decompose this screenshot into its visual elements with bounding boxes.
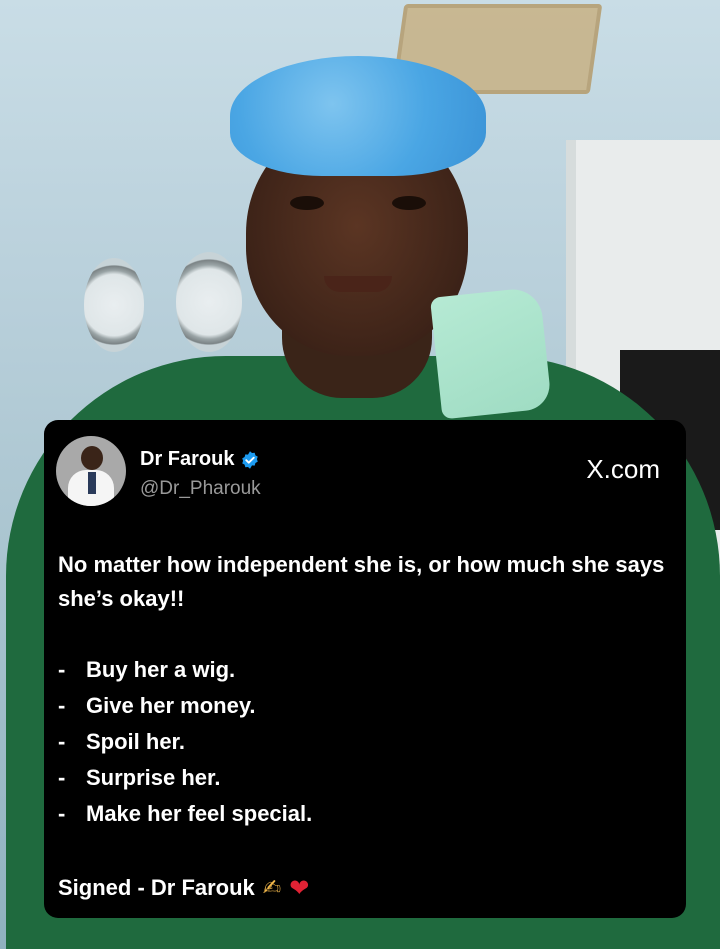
right-eye [392,196,426,210]
surgical-mask [429,286,553,420]
list-item-text: Spoil her. [86,729,186,754]
list-item-text: Buy her a wig. [86,657,236,682]
bullet-dash: - [58,765,66,790]
list-item: - Make her feel special. [58,796,678,832]
left-eye [290,196,324,210]
list-item: - Give her money. [58,688,678,724]
tweet-body: No matter how independent she is, or how… [58,548,678,832]
writing-hand-icon: ✍ [262,875,282,901]
bullet-dash: - [58,693,66,718]
list-item-text: Make her feel special. [86,801,313,826]
author-name-row[interactable]: Dr Farouk [140,448,260,471]
bullet-list: - Buy her a wig. - Give her money. - Spoil … [58,652,678,832]
list-item-text: Give her money. [86,693,256,718]
signature-text: Signed - Dr Farouk [58,875,255,900]
avatar-head [81,446,103,470]
display-name[interactable]: Dr Farouk [140,448,234,471]
bullet-dash: - [58,657,66,682]
tweet-intro: No matter how independent she is, or how… [58,552,665,611]
verified-badge-icon [242,450,259,469]
list-item: - Surprise her. [58,760,678,796]
signature-line: Signed - Dr Farouk ✍ ❤ [58,874,309,902]
list-item-text: Surprise her. [86,765,221,790]
avatar[interactable] [56,436,126,506]
bullet-dash: - [58,801,66,826]
user-handle[interactable]: @Dr_Pharouk [140,478,261,500]
surgical-cap [230,56,486,176]
avatar-tie [88,472,96,494]
list-item: - Buy her a wig. [58,652,678,688]
list-item: - Spoil her. [58,724,678,760]
mouth [324,276,392,292]
tweet-card[interactable]: Dr Farouk @Dr_Pharouk X.com No matter ho… [44,420,686,918]
heart-icon: ❤ [289,874,310,902]
bullet-dash: - [58,729,66,754]
source-label: X.com [586,454,660,484]
